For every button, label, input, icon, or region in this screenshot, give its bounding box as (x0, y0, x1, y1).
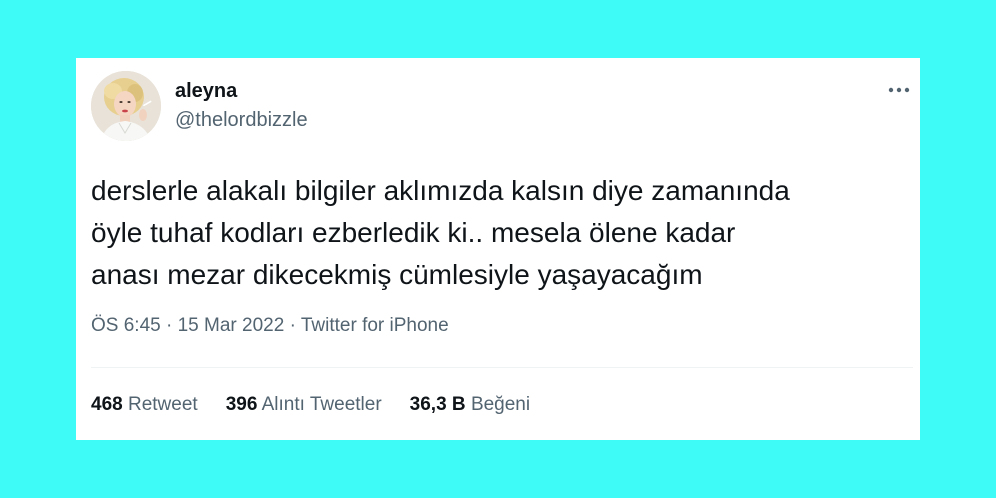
more-button[interactable] (886, 80, 912, 100)
separator: · (160, 315, 178, 336)
tweet-time[interactable]: ÖS 6:45 (91, 315, 161, 336)
tweet-line: öyle tuhaf kodları ezberledik ki.. mesel… (91, 217, 736, 248)
likes-count: 36,3 B (409, 394, 466, 415)
divider (91, 367, 913, 368)
user-handle[interactable]: @thelordbizzle (175, 109, 308, 132)
tweet-meta: ÖS 6:45 · 15 Mar 2022 · Twitter for iPho… (91, 315, 449, 337)
retweets-count: 468 (91, 394, 123, 415)
retweets-label: Retweet (127, 394, 198, 415)
retweets-stat[interactable]: 468 Retweet (91, 394, 198, 416)
tweet-text: derslerle alakalı bilgiler aklımızda kal… (91, 170, 911, 296)
quotes-count: 396 (225, 394, 258, 415)
quotes-label: Alıntı Tweetler (261, 394, 382, 415)
more-dots-icon (888, 87, 910, 93)
tweet-source[interactable]: Twitter for iPhone (301, 315, 449, 336)
avatar-image (91, 71, 161, 141)
avatar[interactable] (91, 71, 161, 141)
tweet-stats: 468 Retweet 396 Alıntı Tweetler 36,3 B B… (91, 394, 530, 416)
quotes-stat[interactable]: 396 Alıntı Tweetler (226, 394, 382, 416)
likes-stat[interactable]: 36,3 B Beğeni (410, 394, 530, 416)
user-name[interactable]: aleyna (175, 80, 237, 103)
tweet-card: aleyna @thelordbizzle derslerle alakalı … (76, 58, 920, 440)
separator: · (284, 315, 301, 336)
tweet-date[interactable]: 15 Mar 2022 (178, 315, 285, 336)
tweet-line: derslerle alakalı bilgiler aklımızda kal… (91, 175, 790, 206)
tweet-line: anası mezar dikecekmiş cümlesiyle yaşaya… (91, 259, 703, 290)
likes-label: Beğeni (470, 394, 531, 415)
